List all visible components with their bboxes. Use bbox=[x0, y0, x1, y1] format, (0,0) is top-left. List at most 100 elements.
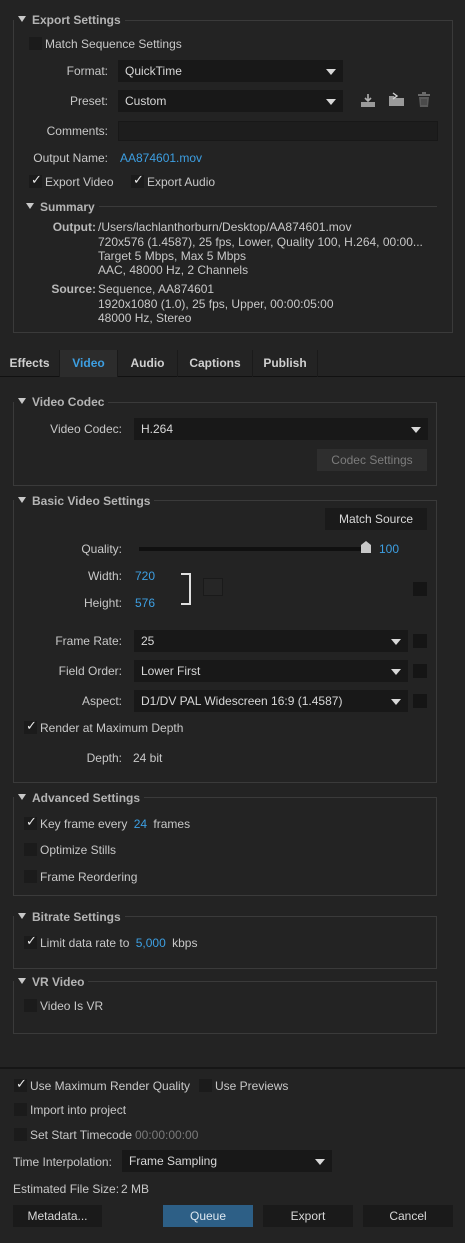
render-max-depth-checkbox[interactable] bbox=[24, 719, 37, 734]
width-label: Width: bbox=[87, 569, 122, 583]
bitrate-header[interactable]: Bitrate Settings bbox=[14, 910, 125, 924]
dimensions-override-checkbox[interactable] bbox=[413, 582, 427, 596]
video-codec-value: H.264 bbox=[141, 422, 174, 436]
field-order-label: Field Order: bbox=[58, 664, 122, 678]
collapse-triangle-icon[interactable] bbox=[18, 497, 26, 503]
aspect-dropdown[interactable]: D1/DV PAL Widescreen 16:9 (1.4587) bbox=[134, 690, 408, 712]
height-value[interactable]: 576 bbox=[135, 596, 155, 610]
key-frame-value[interactable]: 24 bbox=[134, 817, 147, 831]
key-frame-label: Key frame every 24 frames bbox=[40, 817, 190, 831]
chain-link-icon[interactable] bbox=[181, 573, 191, 605]
format-label: Format: bbox=[66, 64, 108, 78]
tab-publish[interactable]: Publish bbox=[253, 350, 318, 377]
advanced-title: Advanced Settings bbox=[32, 791, 141, 805]
width-value[interactable]: 720 bbox=[135, 569, 155, 583]
start-timecode-value: 00:00:00:00 bbox=[135, 1128, 199, 1142]
summary-source-label: Source: bbox=[51, 282, 96, 296]
file-size-value: 2 MB bbox=[121, 1182, 150, 1196]
match-sequence-checkbox[interactable] bbox=[29, 37, 42, 50]
output-name-link[interactable]: AA874601.mov bbox=[120, 151, 202, 165]
basic-video-title: Basic Video Settings bbox=[32, 494, 151, 508]
export-button[interactable]: Export bbox=[263, 1205, 353, 1227]
video-codec-panel bbox=[13, 402, 437, 486]
comments-field[interactable] bbox=[118, 121, 438, 141]
collapse-triangle-icon[interactable] bbox=[18, 913, 26, 919]
tab-captions[interactable]: Captions bbox=[178, 350, 253, 377]
frame-rate-override-checkbox[interactable] bbox=[413, 634, 427, 648]
tab-video[interactable]: Video bbox=[60, 350, 118, 377]
import-project-label: Import into project bbox=[30, 1103, 127, 1117]
export-audio-label: Export Audio bbox=[147, 175, 216, 189]
summary-output-line: AAC, 48000 Hz, 2 Channels bbox=[98, 263, 249, 277]
optimize-stills-checkbox[interactable] bbox=[24, 843, 37, 856]
delete-preset-icon[interactable] bbox=[417, 92, 431, 108]
summary-header[interactable]: Summary bbox=[22, 200, 99, 214]
collapse-triangle-icon[interactable] bbox=[18, 978, 26, 984]
vr-header[interactable]: VR Video bbox=[14, 975, 89, 989]
video-codec-header[interactable]: Video Codec bbox=[14, 395, 109, 409]
vr-title: VR Video bbox=[32, 975, 85, 989]
quality-slider-track[interactable] bbox=[139, 547, 371, 551]
video-codec-dropdown[interactable]: H.264 bbox=[134, 418, 428, 440]
metadata-button[interactable]: Metadata... bbox=[13, 1205, 102, 1227]
advanced-header[interactable]: Advanced Settings bbox=[14, 791, 145, 805]
limit-data-rate-value[interactable]: 5,000 bbox=[136, 936, 166, 950]
quality-value[interactable]: 100 bbox=[379, 542, 399, 556]
export-video-checkbox[interactable] bbox=[29, 173, 42, 188]
limit-data-rate-unit: kbps bbox=[172, 936, 198, 950]
tab-audio[interactable]: Audio bbox=[118, 350, 178, 377]
summary-source-line: 1920x1080 (1.0), 25 fps, Upper, 00:00:05… bbox=[98, 297, 334, 311]
dropdown-arrow-icon bbox=[315, 1159, 325, 1165]
max-render-quality-label: Use Maximum Render Quality bbox=[30, 1079, 191, 1093]
export-settings-header[interactable]: Export Settings bbox=[14, 13, 125, 27]
collapse-triangle-icon[interactable] bbox=[18, 16, 26, 22]
file-size-label: Estimated File Size: bbox=[13, 1182, 120, 1196]
summary-source-line: Sequence, AA874601 bbox=[98, 282, 215, 296]
dropdown-arrow-icon bbox=[391, 669, 401, 675]
export-settings-title: Export Settings bbox=[32, 13, 121, 27]
basic-video-header[interactable]: Basic Video Settings bbox=[14, 494, 155, 508]
bottom-divider bbox=[0, 1067, 465, 1069]
save-preset-icon[interactable] bbox=[360, 92, 376, 108]
key-frame-checkbox[interactable] bbox=[24, 815, 37, 830]
dropdown-arrow-icon bbox=[326, 69, 336, 75]
dimension-lock-checkbox[interactable] bbox=[203, 578, 223, 596]
optimize-stills-label: Optimize Stills bbox=[40, 843, 117, 857]
time-interpolation-value: Frame Sampling bbox=[129, 1154, 218, 1168]
start-timecode-checkbox[interactable] bbox=[14, 1128, 27, 1141]
preset-value: Custom bbox=[125, 94, 167, 108]
collapse-triangle-icon[interactable] bbox=[18, 794, 26, 800]
field-order-override-checkbox[interactable] bbox=[413, 664, 427, 678]
field-order-value: Lower First bbox=[141, 664, 201, 678]
limit-data-rate-label: Limit data rate to 5,000 kbps bbox=[40, 936, 197, 950]
collapse-triangle-icon[interactable] bbox=[18, 398, 26, 404]
limit-data-rate-prefix: Limit data rate to bbox=[40, 936, 130, 950]
cancel-button[interactable]: Cancel bbox=[363, 1205, 453, 1227]
use-previews-checkbox[interactable] bbox=[199, 1079, 212, 1092]
max-render-quality-checkbox[interactable] bbox=[14, 1077, 27, 1092]
summary-title: Summary bbox=[40, 200, 95, 214]
quality-slider-thumb[interactable] bbox=[361, 541, 371, 553]
depth-label: Depth: bbox=[86, 751, 122, 765]
frame-reordering-checkbox[interactable] bbox=[24, 870, 37, 883]
collapse-triangle-icon[interactable] bbox=[26, 203, 34, 209]
frame-rate-dropdown[interactable]: 25 bbox=[134, 630, 408, 652]
video-is-vr-checkbox[interactable] bbox=[24, 999, 37, 1012]
limit-data-rate-checkbox[interactable] bbox=[24, 934, 37, 949]
output-name-label: Output Name: bbox=[33, 151, 108, 165]
match-source-button[interactable]: Match Source bbox=[325, 508, 427, 530]
codec-settings-button[interactable]: Codec Settings bbox=[317, 449, 427, 471]
time-interpolation-dropdown[interactable]: Frame Sampling bbox=[122, 1150, 332, 1172]
import-preset-icon[interactable] bbox=[388, 92, 406, 108]
aspect-override-checkbox[interactable] bbox=[413, 694, 427, 708]
preset-label: Preset: bbox=[69, 94, 108, 108]
export-audio-checkbox[interactable] bbox=[131, 173, 144, 188]
field-order-dropdown[interactable]: Lower First bbox=[134, 660, 408, 682]
queue-button[interactable]: Queue bbox=[163, 1205, 253, 1227]
summary-source-line: 48000 Hz, Stereo bbox=[98, 311, 192, 325]
video-codec-title: Video Codec bbox=[32, 395, 105, 409]
import-project-checkbox[interactable] bbox=[14, 1103, 27, 1116]
preset-dropdown[interactable]: Custom bbox=[118, 90, 343, 112]
tab-effects[interactable]: Effects bbox=[0, 350, 60, 377]
format-dropdown[interactable]: QuickTime bbox=[118, 60, 343, 82]
